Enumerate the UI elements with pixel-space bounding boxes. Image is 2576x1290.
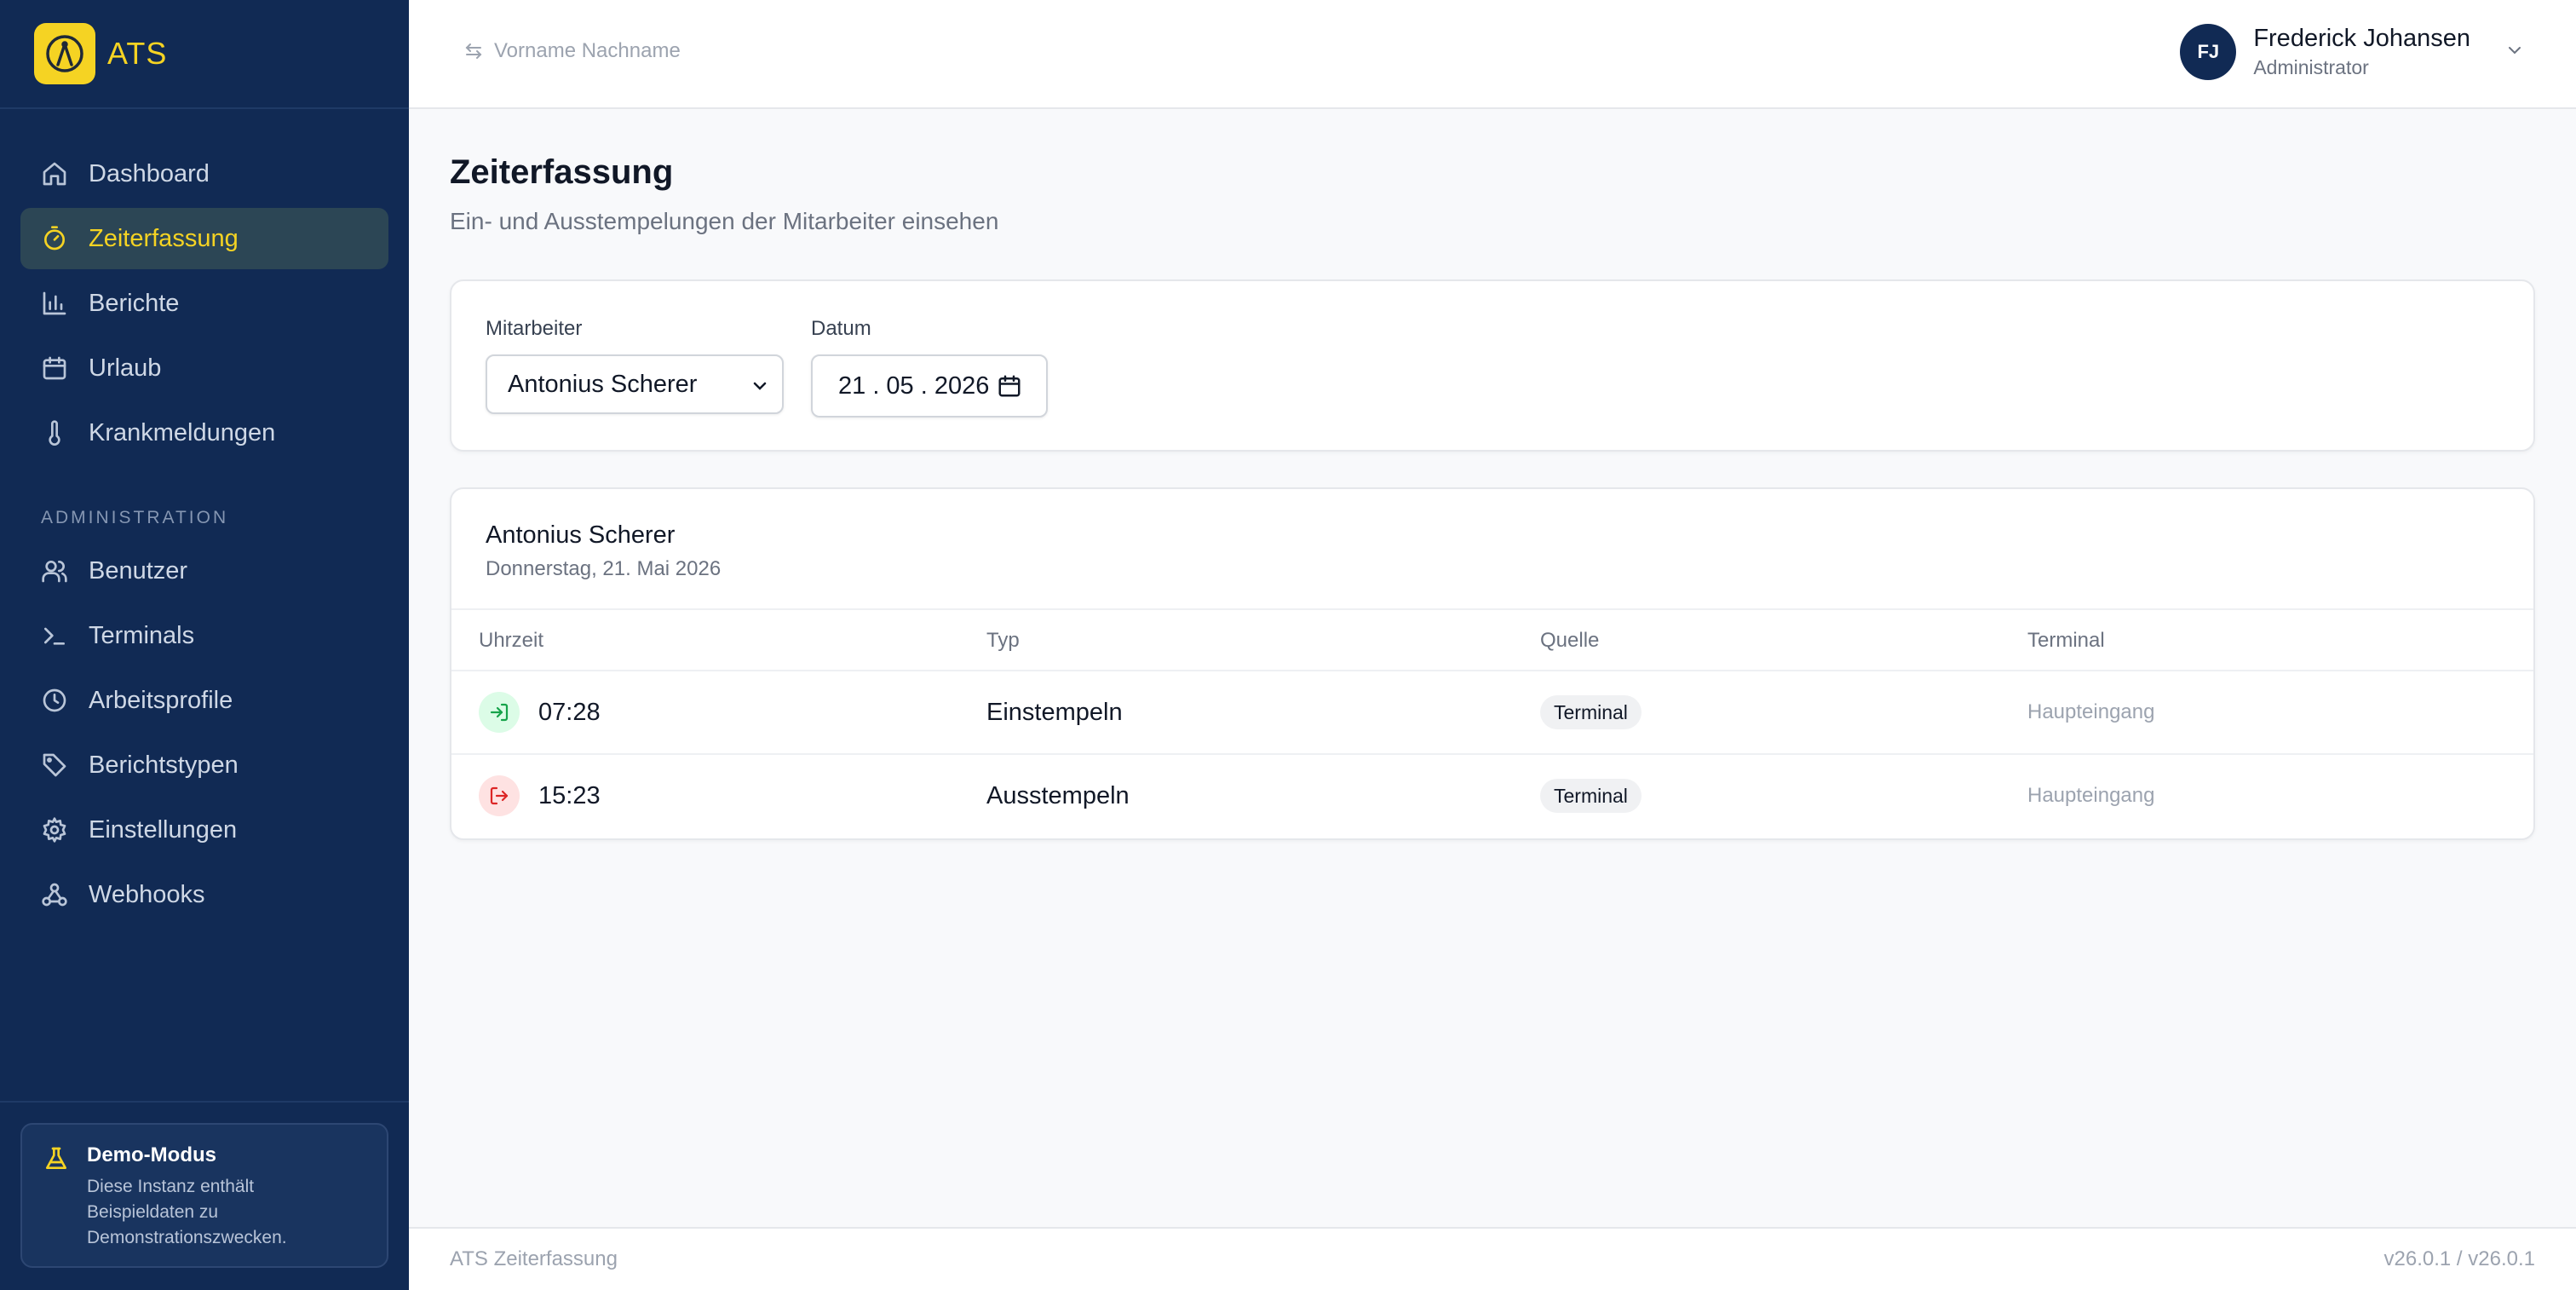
admin-section-heading: ADMINISTRATION: [41, 508, 229, 527]
entries-date: Donnerstag, 21. Mai 2026: [486, 557, 722, 580]
sidebar-item-label: Berichte: [89, 289, 180, 317]
sidebar-item-label: Webhooks: [89, 880, 205, 908]
tag-icon: [41, 752, 68, 779]
sidebar-item-label: Benutzer: [89, 556, 188, 585]
column-header-uhrzeit: Uhrzeit: [479, 629, 544, 652]
table-row: 15:23 Ausstempeln Terminal Haupteingang: [451, 755, 2533, 838]
column-header-terminal: Terminal: [2027, 629, 2105, 652]
demo-title: Demo-Modus: [87, 1143, 216, 1166]
home-icon: [41, 160, 68, 187]
flask-icon: [43, 1145, 70, 1177]
sidebar-item-label: Berichtstypen: [89, 751, 239, 779]
terminal-icon: [41, 622, 68, 649]
users-icon: [41, 557, 68, 585]
entry-terminal: Haupteingang: [2027, 784, 2155, 807]
stopwatch-icon: [41, 225, 68, 252]
demo-mode-notice: Demo-Modus Diese Instanz enthält Beispie…: [20, 1123, 388, 1268]
clock-in-icon: [479, 692, 520, 733]
chevron-down-icon: [750, 375, 770, 403]
time-entries-card: Antonius Scherer Donnerstag, 21. Mai 202…: [450, 487, 2535, 840]
source-badge: Terminal: [1540, 779, 1642, 813]
sidebar-item-benutzer[interactable]: Benutzer: [20, 540, 388, 602]
thermometer-icon: [41, 419, 68, 446]
footer: ATS Zeiterfassung v26.0.1 / v26.0.1: [409, 1227, 2576, 1290]
date-field[interactable]: 21 . 05 . 2026: [811, 354, 1048, 418]
ats-logo-icon: [34, 23, 95, 84]
date-field-value: 21 . 05 . 2026: [838, 371, 990, 400]
employee-name: Antonius Scherer: [486, 521, 676, 549]
table-row: 07:28 Einstempeln Terminal Haupteingang: [451, 671, 2533, 755]
sidebar-item-dashboard[interactable]: Dashboard: [20, 143, 388, 204]
sidebar-item-label: Zeiterfassung: [89, 224, 239, 252]
date-label: Datum: [811, 317, 871, 340]
entry-terminal: Haupteingang: [2027, 700, 2155, 723]
sidebar-item-terminals[interactable]: Terminals: [20, 605, 388, 666]
column-header-typ: Typ: [986, 629, 1020, 652]
webhook-icon: [41, 881, 68, 908]
user-name: Frederick Johansen: [2253, 25, 2470, 52]
sidebar-item-label: Urlaub: [89, 354, 162, 382]
sidebar-item-label: Einstellungen: [89, 815, 238, 844]
sidebar-item-label: Arbeitsprofile: [89, 686, 233, 714]
table-header: Uhrzeit Typ Quelle Terminal: [451, 608, 2533, 671]
entry-type: Ausstempeln: [986, 782, 1130, 809]
sidebar-item-einstellungen[interactable]: Einstellungen: [20, 799, 388, 861]
clock-out-icon: [479, 775, 520, 816]
sidebar-item-webhooks[interactable]: Webhooks: [20, 864, 388, 925]
clock-icon: [41, 687, 68, 714]
entry-time: 15:23: [538, 782, 601, 809]
source-badge: Terminal: [1540, 695, 1642, 729]
avatar: FJ: [2180, 24, 2237, 80]
footer-app-name: ATS Zeiterfassung: [450, 1247, 618, 1270]
user-info: Frederick Johansen Administrator: [2253, 25, 2470, 79]
page-subtitle: Ein- und Ausstempelungen der Mitarbeiter…: [450, 208, 999, 234]
gear-icon: [41, 816, 68, 844]
footer-version: v26.0.1 / v26.0.1: [2383, 1247, 2535, 1270]
user-menu[interactable]: FJ Frederick Johansen Administrator: [2180, 24, 2525, 80]
filter-card: Mitarbeiter Antonius Scherer Datum 21 . …: [450, 279, 2535, 452]
sidebar-item-krankmeldungen[interactable]: Krankmeldungen: [20, 402, 388, 464]
swap-icon: [465, 43, 482, 59]
bar-chart-icon: [41, 290, 68, 317]
chevron-down-icon: [2504, 40, 2525, 65]
impersonate-placeholder: Vorname Nachname: [494, 39, 681, 62]
column-header-quelle: Quelle: [1540, 629, 1600, 652]
sidebar-item-berichtstypen[interactable]: Berichtstypen: [20, 734, 388, 796]
calendar-icon[interactable]: [997, 373, 1022, 406]
impersonate-user-button[interactable]: Vorname Nachname: [463, 39, 681, 63]
sidebar-item-berichte[interactable]: Berichte: [20, 273, 388, 334]
sidebar-item-label: Terminals: [89, 621, 195, 649]
brand-name: ATS: [107, 36, 168, 71]
main-nav: Dashboard Zeiterfassung Berichte Urlaub …: [0, 109, 409, 925]
entry-time: 07:28: [538, 699, 601, 726]
sidebar-item-zeiterfassung[interactable]: Zeiterfassung: [20, 208, 388, 269]
demo-text: Diese Instanz enthält Beispieldaten zu D…: [87, 1177, 287, 1247]
sidebar-item-label: Krankmeldungen: [89, 418, 276, 446]
entry-type: Einstempeln: [986, 699, 1123, 726]
employee-select[interactable]: Antonius Scherer: [486, 354, 784, 414]
top-header: Vorname Nachname FJ Frederick Johansen A…: [409, 0, 2576, 109]
calendar-icon: [41, 354, 68, 382]
sidebar-divider: [0, 1101, 409, 1103]
sidebar-item-arbeitsprofile[interactable]: Arbeitsprofile: [20, 670, 388, 731]
brand[interactable]: ATS: [0, 0, 409, 109]
employee-select-value: Antonius Scherer: [508, 370, 698, 398]
employee-label: Mitarbeiter: [486, 317, 583, 340]
sidebar-item-urlaub[interactable]: Urlaub: [20, 337, 388, 399]
page-title: Zeiterfassung: [450, 153, 674, 191]
sidebar-item-label: Dashboard: [89, 159, 210, 187]
sidebar: ATS Dashboard Zeiterfassung Berichte Url…: [0, 0, 409, 1290]
user-role: Administrator: [2253, 56, 2369, 78]
